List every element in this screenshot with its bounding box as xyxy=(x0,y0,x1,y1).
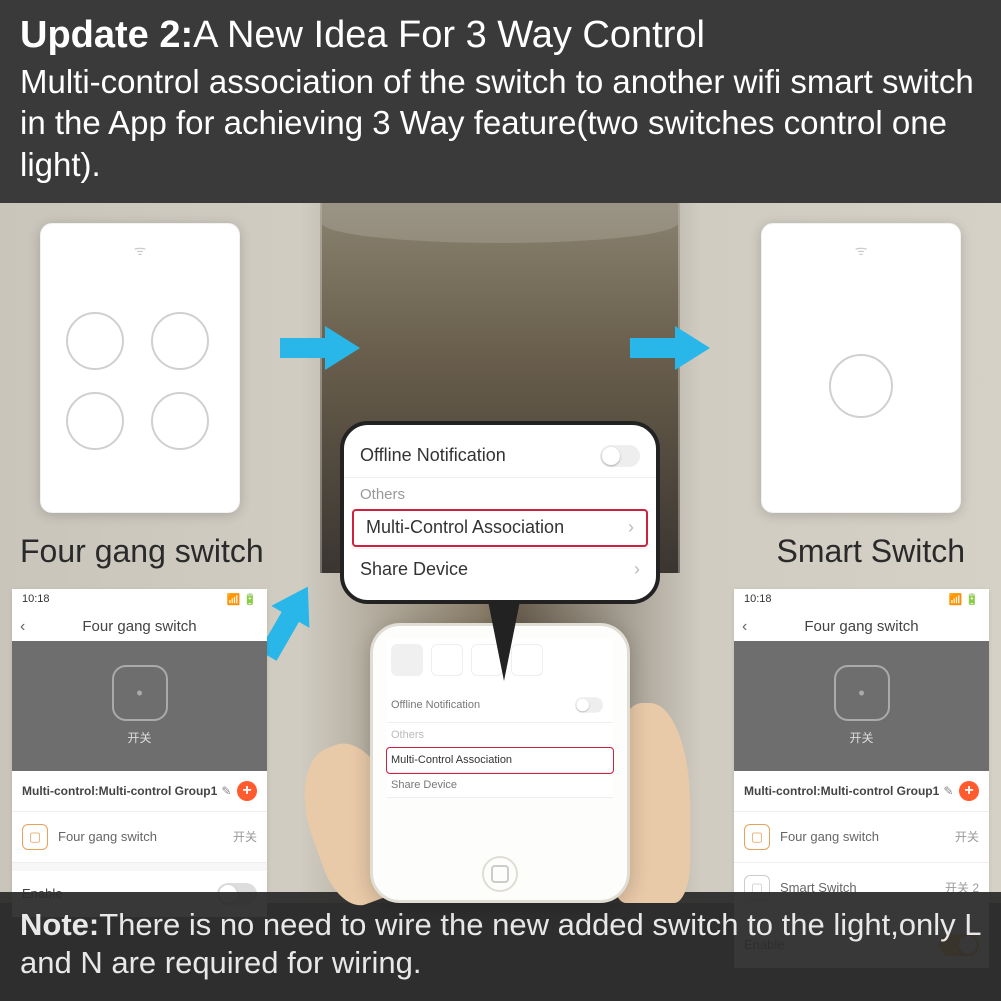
gang-button[interactable] xyxy=(151,312,209,370)
chevron-right-icon: › xyxy=(634,559,640,580)
device-row[interactable]: ▢ Four gang switch 开关 xyxy=(734,812,989,863)
device-name: Four gang switch xyxy=(58,829,223,844)
status-bar: 10:18 📶 🔋 xyxy=(734,589,989,610)
title-prefix: Update 2: xyxy=(20,14,193,56)
device-icon: ▢ xyxy=(22,824,48,850)
single-gang xyxy=(829,260,893,513)
gang-button[interactable] xyxy=(151,392,209,450)
google-assistant-icon[interactable] xyxy=(431,644,463,676)
status-time: 10:18 xyxy=(22,593,50,606)
status-time: 10:18 xyxy=(744,593,772,606)
switch-preview-label: 开关 xyxy=(849,729,873,746)
phone-share-row[interactable]: Share Device xyxy=(387,773,613,798)
device-icon: ▢ xyxy=(744,824,770,850)
phone-offline-label: Offline Notification xyxy=(391,699,480,711)
phone-others-label: Others xyxy=(387,723,613,748)
toggle-icon[interactable] xyxy=(600,445,640,467)
multi-control-header: Multi-control:Multi-control Group1 ✎ + xyxy=(734,771,989,812)
popup-offline-label: Offline Notification xyxy=(360,445,506,466)
gang-button[interactable] xyxy=(66,312,124,370)
app-header: ‹ Four gang switch xyxy=(734,610,989,641)
device-row[interactable]: ▢ Four gang switch 开关 xyxy=(12,812,267,863)
smart-switch-label: Smart Switch xyxy=(777,533,965,570)
settings-popup: Offline Notification Others Multi-Contro… xyxy=(340,421,660,604)
footer-note: Note:There is no need to wire the new ad… xyxy=(0,892,1001,1001)
arrow-right-icon xyxy=(630,323,710,378)
four-gang-switch-panel: ᯤ xyxy=(40,223,240,513)
alexa-icon[interactable] xyxy=(391,644,423,676)
add-button[interactable]: + xyxy=(959,781,979,801)
main-area: ᯤ Four gang switch ᯤ Smart Switch Offlin… xyxy=(0,203,1001,903)
four-gang-label: Four gang switch xyxy=(20,533,264,570)
phone-settings-list: Offline Notification Others Multi-Contro… xyxy=(387,688,613,798)
app-title: Four gang switch xyxy=(82,618,196,635)
note-prefix: Note: xyxy=(20,907,99,942)
mc-title: Multi-control:Multi-control Group1 xyxy=(22,784,217,798)
device-name: Four gang switch xyxy=(780,829,945,844)
popup-share-row[interactable]: Share Device › xyxy=(344,549,656,590)
pencil-icon[interactable]: ✎ xyxy=(943,784,953,798)
phone-offline-row[interactable]: Offline Notification xyxy=(387,688,613,723)
popup-pointer-icon xyxy=(488,601,520,681)
signal-icon: 📶 🔋 xyxy=(949,593,979,606)
mc-title: Multi-control:Multi-control Group1 xyxy=(744,784,939,798)
popup-mca-label: Multi-Control Association xyxy=(366,517,564,538)
smart-switch-panel: ᯤ xyxy=(761,223,961,513)
switch-preview-label: 开关 xyxy=(127,729,151,746)
title-rest: A New Idea For 3 Way Control xyxy=(193,14,705,56)
app-device-preview: 开关 xyxy=(12,641,267,771)
multi-control-header: Multi-control:Multi-control Group1 ✎ + xyxy=(12,771,267,812)
app-screenshot-left: 10:18 📶 🔋 ‹ Four gang switch 开关 Multi-co… xyxy=(12,589,267,917)
back-icon[interactable]: ‹ xyxy=(20,618,25,636)
page-description: Multi-control association of the switch … xyxy=(20,61,981,185)
status-bar: 10:18 📶 🔋 xyxy=(12,589,267,610)
switch-icon[interactable] xyxy=(112,665,168,721)
app-title: Four gang switch xyxy=(804,618,918,635)
wifi-icon: ᯤ xyxy=(855,241,868,260)
page-title: Update 2:A New Idea For 3 Way Control xyxy=(20,14,981,57)
header: Update 2:A New Idea For 3 Way Control Mu… xyxy=(0,0,1001,203)
popup-mca-row[interactable]: Multi-Control Association › xyxy=(350,507,650,549)
device-sub: 开关 xyxy=(955,828,979,845)
chevron-right-icon: › xyxy=(628,517,634,538)
signal-icon: 📶 🔋 xyxy=(227,593,257,606)
device-sub: 开关 xyxy=(233,828,257,845)
home-button-icon[interactable] xyxy=(482,856,518,892)
switch-icon[interactable] xyxy=(834,665,890,721)
back-icon[interactable]: ‹ xyxy=(742,618,747,636)
app-header: ‹ Four gang switch xyxy=(12,610,267,641)
popup-offline-row[interactable]: Offline Notification xyxy=(344,435,656,478)
toggle-icon[interactable] xyxy=(575,697,603,712)
add-button[interactable]: + xyxy=(237,781,257,801)
arrow-right-icon xyxy=(280,323,360,378)
app-device-preview: 开关 xyxy=(734,641,989,771)
pencil-icon[interactable]: ✎ xyxy=(221,784,231,798)
popup-others-section: Others xyxy=(344,478,656,507)
gang-buttons xyxy=(40,260,240,513)
phone-mca-row[interactable]: Multi-Control Association xyxy=(387,748,613,773)
gang-button[interactable] xyxy=(66,392,124,450)
gang-button[interactable] xyxy=(829,354,893,418)
note-text: There is no need to wire the new added s… xyxy=(20,907,980,981)
wifi-icon: ᯤ xyxy=(134,241,147,260)
popup-share-label: Share Device xyxy=(360,559,468,580)
